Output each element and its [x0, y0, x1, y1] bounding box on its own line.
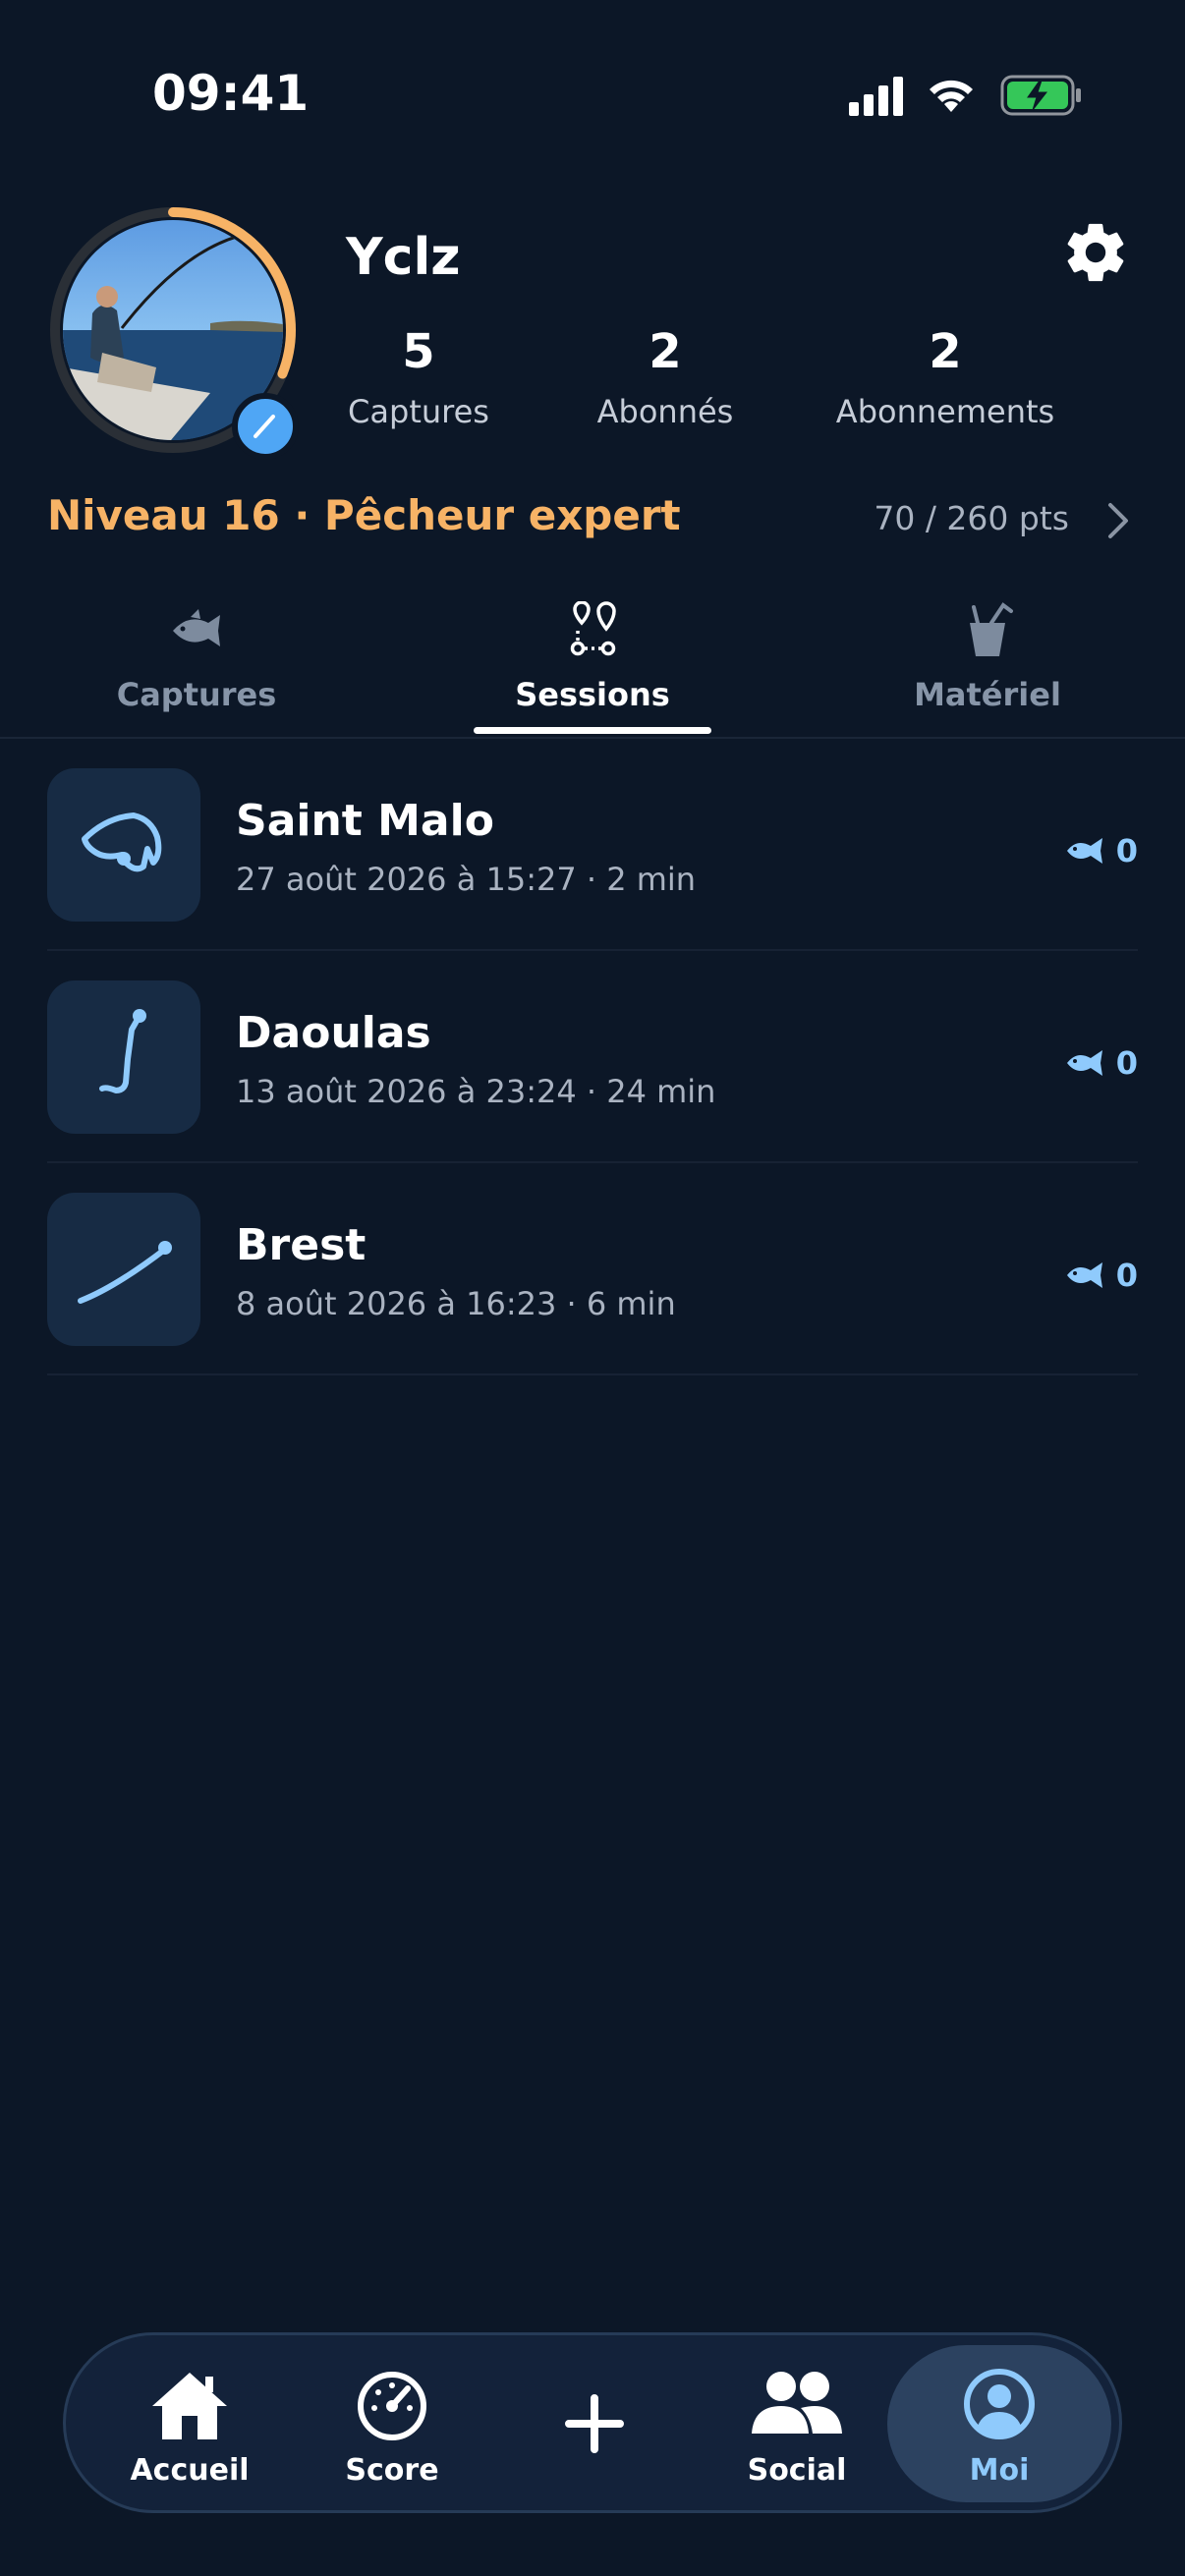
username: Yclz: [346, 228, 461, 287]
profile-tabs: Captures Sessions Matériel: [0, 589, 1185, 739]
plus-icon: [565, 2394, 624, 2453]
route-icon: [570, 601, 616, 656]
nav-score[interactable]: Score: [284, 2335, 500, 2510]
battery-charging-icon: [1000, 75, 1081, 116]
nav-profile[interactable]: Moi: [887, 2345, 1111, 2502]
session-title: Daoulas: [236, 1008, 431, 1058]
stat-value: 5: [402, 324, 435, 379]
gauge-icon: [358, 2372, 426, 2440]
session-meta: 8 août 2026 à 16:23 · 6 min: [236, 1285, 676, 1322]
stat-value: 2: [649, 324, 682, 379]
settings-button[interactable]: [1061, 218, 1130, 287]
session-item[interactable]: Saint Malo 27 août 2026 à 15:27 · 2 min …: [47, 739, 1138, 951]
bucket-icon: [970, 602, 1013, 656]
session-catch-count: 0: [1065, 831, 1138, 870]
stat-following[interactable]: 2 Abonnements: [833, 324, 1057, 430]
status-time: 09:41: [152, 65, 310, 122]
tab-label: Captures: [116, 676, 277, 713]
session-catch-count: 0: [1065, 1256, 1138, 1295]
session-catch-count: 0: [1065, 1043, 1138, 1083]
catch-count-value: 0: [1115, 1257, 1138, 1294]
session-meta: 13 août 2026 à 23:24 · 24 min: [236, 1073, 716, 1110]
active-tab-indicator: [474, 727, 711, 734]
wifi-icon: [930, 80, 973, 112]
fish-icon: [173, 609, 220, 646]
home-icon: [152, 2373, 227, 2439]
fish-icon: [1066, 1262, 1102, 1288]
stat-label: Abonnements: [835, 393, 1055, 430]
cellular-signal-icon: [849, 77, 903, 116]
stat-label: Abonnés: [596, 393, 734, 430]
nav-label: Accueil: [130, 2453, 250, 2488]
level-row[interactable]: Niveau 16 · Pêcheur expert 70 / 260 pts: [47, 491, 1138, 550]
tab-captures[interactable]: Captures: [59, 589, 334, 737]
session-title: Saint Malo: [236, 796, 494, 846]
nav-add-button[interactable]: [486, 2335, 703, 2510]
nav-label: Social: [747, 2453, 847, 2488]
catch-count-value: 0: [1115, 1044, 1138, 1082]
stat-label: Captures: [348, 393, 489, 430]
status-bar: 09:41: [0, 0, 1185, 196]
session-track-thumbnail: [47, 980, 200, 1134]
stat-value: 2: [929, 324, 962, 379]
session-item[interactable]: Brest 8 août 2026 à 16:23 · 6 min 0: [47, 1163, 1138, 1375]
session-track-thumbnail: [47, 1193, 200, 1346]
level-title: Niveau 16 · Pêcheur expert: [47, 491, 681, 539]
catch-count-value: 0: [1115, 832, 1138, 869]
nav-label: Moi: [969, 2453, 1030, 2488]
session-title: Brest: [236, 1220, 367, 1270]
edit-avatar-button[interactable]: [232, 393, 299, 460]
nav-social[interactable]: Social: [689, 2335, 905, 2510]
tab-sessions[interactable]: Sessions: [455, 589, 730, 737]
chevron-right-icon: [1108, 503, 1128, 538]
level-points: 70 / 260 pts: [874, 499, 1069, 537]
bottom-nav: Accueil Score Social Moi: [63, 2332, 1122, 2513]
session-track-thumbnail: [47, 768, 200, 922]
user-circle-icon: [964, 2369, 1035, 2439]
fish-icon: [1066, 1050, 1102, 1076]
session-item[interactable]: Daoulas 13 août 2026 à 23:24 · 24 min 0: [47, 951, 1138, 1163]
stat-followers[interactable]: 2 Abonnés: [590, 324, 741, 430]
fish-icon: [1066, 838, 1102, 864]
gear-icon: [1067, 223, 1124, 282]
tab-label: Sessions: [515, 676, 670, 713]
tab-equipment[interactable]: Matériel: [850, 589, 1125, 737]
people-icon: [752, 2372, 842, 2434]
nav-label: Score: [345, 2453, 439, 2488]
stat-captures[interactable]: 5 Captures: [346, 324, 491, 430]
pencil-icon: [254, 415, 275, 438]
tab-label: Matériel: [914, 676, 1061, 713]
session-meta: 27 août 2026 à 15:27 · 2 min: [236, 861, 697, 898]
nav-home[interactable]: Accueil: [82, 2335, 298, 2510]
